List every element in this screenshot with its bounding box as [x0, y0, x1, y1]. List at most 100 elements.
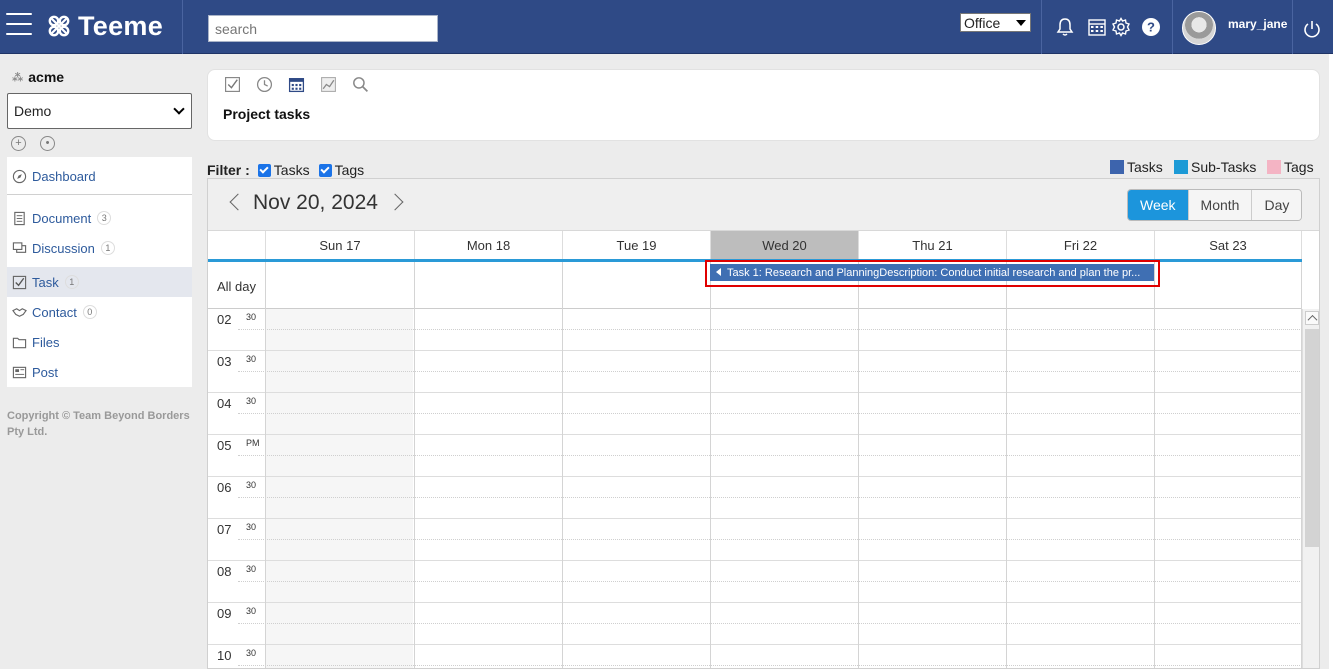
view-toolbar [223, 75, 370, 94]
all-day-label: All day [217, 279, 257, 294]
task-event[interactable]: Task 1: Research and PlanningDescription… [710, 264, 1154, 281]
copyright: Copyright © Team Beyond Borders Pty Ltd. [7, 410, 190, 438]
half-hour-label: 30 [246, 312, 257, 322]
hour-row: 06 30 [208, 477, 1302, 519]
power-icon[interactable] [1302, 19, 1322, 39]
half-hour-label: 30 [246, 564, 257, 574]
tasks-filter-label: Tasks [273, 162, 310, 178]
chevron-right-icon[interactable] [386, 193, 404, 211]
tags-filter-label: Tags [334, 162, 365, 178]
menu-icon[interactable] [6, 13, 32, 35]
project-select[interactable]: Demo [7, 93, 192, 129]
office-select[interactable]: Office [960, 13, 1031, 32]
hour-label: 10 [217, 648, 232, 663]
sidebar-item-dashboard[interactable]: Dashboard [7, 161, 192, 191]
view-icon[interactable]: • [40, 136, 55, 151]
half-hour-label: 30 [246, 480, 257, 490]
add-icon[interactable]: + [11, 136, 26, 151]
divider [562, 262, 563, 668]
divider [1041, 0, 1042, 54]
day-header[interactable]: Fri 22 [1006, 231, 1154, 260]
divider [414, 262, 415, 668]
count-badge: 1 [100, 241, 115, 255]
org-icon: ⁂ [12, 71, 24, 84]
bell-icon[interactable] [1055, 17, 1075, 37]
top-bar: Teeme Office ? mary_jane [0, 0, 1333, 54]
scrollbar-thumb[interactable] [1305, 329, 1319, 547]
half-hour-label: 30 [246, 396, 257, 406]
legend-label: Tasks [1127, 159, 1163, 175]
half-hour-label: 30 [246, 354, 257, 364]
handshake-icon [11, 304, 28, 321]
hour-label: 08 [217, 564, 232, 579]
sidebar-item-label: Contact [32, 304, 77, 320]
sunday-column [265, 519, 413, 561]
sidebar-item-files[interactable]: Files [7, 327, 192, 357]
hour-label: 03 [217, 354, 232, 369]
folder-icon [11, 334, 28, 351]
month-view-button[interactable]: Month [1187, 190, 1252, 220]
sidebar-item-label: Task [32, 274, 59, 290]
page-header: Project tasks [207, 69, 1320, 141]
count-badge: 0 [82, 305, 97, 319]
day-header[interactable]: Sat 23 [1154, 231, 1302, 260]
project-actions: + • [11, 136, 55, 151]
task-event-label: Task 1: Research and PlanningDescription… [727, 266, 1141, 279]
post-icon [11, 364, 28, 381]
project-select-value: Demo [14, 103, 52, 119]
hour-label: 02 [217, 312, 232, 327]
day-header[interactable]: Thu 21 [858, 231, 1006, 260]
week-view-button[interactable]: Week [1128, 190, 1188, 220]
tasks-checkbox[interactable] [257, 163, 271, 177]
gear-icon[interactable] [1111, 17, 1131, 37]
scrollbar[interactable] [1302, 309, 1319, 668]
sidebar-item-discussion[interactable]: Discussion 1 [7, 233, 192, 263]
divider [238, 623, 1302, 624]
hour-row: 03 30 [208, 351, 1302, 393]
divider [238, 497, 1302, 498]
divider [238, 329, 1302, 330]
discussion-icon [11, 240, 28, 257]
office-select-value: Office [964, 14, 1001, 31]
org-name: ⁂ acme [12, 69, 64, 85]
search-icon[interactable] [351, 75, 370, 94]
filter-label: Filter : [207, 162, 250, 178]
calendar-view-icon[interactable] [287, 75, 306, 94]
calendar-icon[interactable] [1087, 17, 1107, 37]
task-list-icon[interactable] [223, 75, 242, 94]
half-hour-label: 30 [246, 648, 257, 658]
help-icon[interactable]: ? [1141, 17, 1161, 37]
search-input[interactable] [208, 15, 438, 42]
hour-label: 06 [217, 480, 232, 495]
sidebar-item-post[interactable]: Post [7, 357, 192, 387]
day-header[interactable]: Sun 17 [265, 231, 414, 260]
app-logo[interactable]: Teeme [46, 10, 163, 42]
hour-row: 05 PM [208, 435, 1302, 477]
username[interactable]: mary_jane [1228, 17, 1287, 31]
sidebar: ⁂ acme Demo + • Dashboard Document 3 Dis… [0, 54, 198, 669]
count-badge: 1 [64, 275, 79, 289]
clock-icon[interactable] [255, 75, 274, 94]
scroll-up-button[interactable] [1305, 311, 1319, 325]
day-view-button[interactable]: Day [1251, 190, 1302, 220]
chevron-down-icon [173, 103, 185, 115]
chevron-left-icon[interactable] [229, 193, 247, 211]
gantt-icon[interactable] [319, 75, 338, 94]
sidebar-item-task[interactable]: Task 1 [7, 267, 192, 297]
half-hour-label: 30 [246, 606, 257, 616]
divider [238, 413, 1302, 414]
sidebar-item-contact[interactable]: Contact 0 [7, 297, 192, 327]
day-header[interactable]: Mon 18 [414, 231, 562, 260]
day-header[interactable]: Tue 19 [562, 231, 710, 260]
day-header-today[interactable]: Wed 20 [710, 231, 858, 260]
app-name: Teeme [78, 10, 164, 41]
legend-swatch [1267, 160, 1281, 174]
divider [710, 262, 711, 668]
tags-checkbox[interactable] [318, 163, 332, 177]
page-title: Project tasks [223, 106, 311, 122]
sidebar-item-document[interactable]: Document 3 [7, 203, 192, 233]
view-switcher: Week Month Day [1127, 189, 1303, 221]
hour-row: 04 30 [208, 393, 1302, 435]
sidebar-item-label: Document [32, 210, 92, 226]
avatar[interactable] [1182, 11, 1216, 45]
